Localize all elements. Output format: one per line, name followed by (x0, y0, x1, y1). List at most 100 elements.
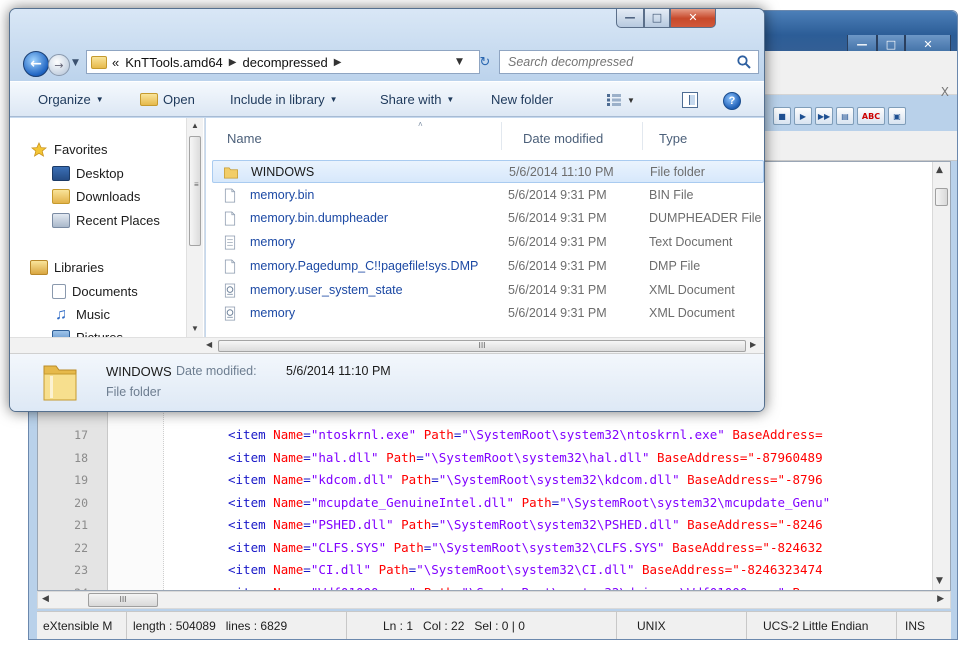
scrollbar-thumb[interactable] (935, 188, 948, 206)
code-token: Name (273, 472, 304, 487)
nav-item-music[interactable]: ♫ Music (52, 303, 110, 325)
open-label: Open (163, 92, 195, 107)
line-number: 23 (74, 563, 88, 577)
open-button[interactable]: Open (140, 92, 195, 107)
file-row[interactable]: memory 5/6/2014 9:31 PM Text Document (212, 231, 764, 254)
code-line[interactable]: 24 <item Name="Wdf01000.sys" Path="\Syste… (38, 582, 950, 591)
scroll-left-arrow-icon[interactable]: ◀ (42, 594, 49, 604)
nav-pane-scrollbar[interactable]: ▲ ≡ ▼ (186, 118, 203, 337)
organize-button[interactable]: Organize ▼ (38, 92, 104, 107)
code-punct: = (431, 517, 439, 532)
scroll-right-arrow-icon[interactable]: ▶ (750, 340, 756, 349)
scrollbar-thumb[interactable] (189, 136, 201, 246)
column-divider[interactable] (501, 122, 502, 150)
column-header-type[interactable]: Type (659, 131, 687, 146)
address-bar[interactable]: « KnTTools.amd64 ▶ decompressed ▶ (86, 50, 480, 74)
file-row[interactable]: memory 5/6/2014 9:31 PM XML Document (212, 302, 764, 325)
code-line[interactable]: 20 <item Name="mcupdate_GenuineIntel.dll"… (38, 492, 950, 514)
new-folder-button[interactable]: New folder (491, 92, 553, 107)
breadcrumb-separator-icon[interactable]: ▶ (229, 57, 237, 68)
record-macro-icon[interactable]: ■ (773, 107, 791, 125)
details-file-type: File folder (106, 385, 161, 399)
code-line[interactable]: 23 <item Name="CI.dll" Path="\SystemRoot\… (38, 559, 950, 581)
code-punct: " (461, 427, 469, 442)
recent-pages-chevron-icon[interactable]: ▼ (72, 58, 79, 68)
search-box[interactable] (499, 50, 759, 74)
explorer-minimize-button[interactable]: — (616, 9, 644, 28)
preview-pane-icon[interactable] (682, 92, 698, 108)
code-line[interactable]: 19 <item Name="kdcom.dll" Path="\SystemRo… (38, 469, 950, 491)
plugin-icon[interactable]: ▣ (888, 107, 906, 125)
code-punct (394, 517, 402, 532)
code-punct (394, 472, 402, 487)
nav-item-desktop[interactable]: Desktop (52, 162, 124, 184)
code-text: <item Name="kdcom.dll" Path="\SystemRoot… (228, 469, 823, 491)
change-view-icon[interactable] (607, 94, 621, 106)
file-list-horizontal-scrollbar[interactable]: ◀ III ▶ (10, 337, 764, 354)
code-text: <item Name="CLFS.SYS" Path="\SystemRoot\… (228, 537, 823, 559)
nav-item-recent-places[interactable]: Recent Places (52, 209, 160, 231)
help-icon[interactable]: ? (723, 92, 741, 110)
star-icon (30, 141, 48, 157)
refresh-icon[interactable]: ↻ (474, 51, 496, 73)
save-macro-icon[interactable]: ▤ (836, 107, 854, 125)
code-line[interactable]: 17 <item Name="ntoskrnl.exe" Path="\Syste… (38, 424, 950, 446)
nav-item-downloads[interactable]: Downloads (52, 185, 140, 207)
nav-item-libraries[interactable]: Libraries (30, 256, 104, 278)
scroll-up-arrow-icon[interactable]: ▲ (191, 121, 199, 130)
chevron-down-icon[interactable]: ▼ (627, 96, 635, 105)
code-token: BaseAddress="-8246323474 (642, 562, 823, 577)
code-line[interactable]: 22 <item Name="CLFS.SYS" Path="\SystemRoo… (38, 537, 950, 559)
file-name: memory.Pagedump_C!!pagefile!sys.DMP (250, 258, 479, 273)
explorer-close-button[interactable]: ✕ (670, 9, 716, 28)
explorer-maximize-button[interactable]: □ (644, 9, 670, 28)
file-row[interactable]: memory.bin 5/6/2014 9:31 PM BIN File (212, 184, 764, 207)
include-in-library-button[interactable]: Include in library ▼ (230, 92, 338, 107)
scrollbar-thumb[interactable]: III (88, 593, 158, 607)
breadcrumb-decompressed[interactable]: decompressed (243, 55, 328, 70)
file-row[interactable]: memory.Pagedump_C!!pagefile!sys.DMP 5/6/2… (212, 255, 764, 278)
editor-doc-close-button[interactable]: X (941, 85, 949, 99)
code-punct: " (506, 494, 515, 510)
folder-icon (43, 365, 77, 401)
share-with-button[interactable]: Share with ▼ (380, 92, 454, 107)
column-divider[interactable] (642, 122, 643, 150)
code-token: <item (228, 472, 266, 487)
line-number: 17 (74, 428, 88, 442)
scroll-down-arrow-icon[interactable]: ▼ (191, 324, 199, 333)
column-header-date-modified[interactable]: Date modified (523, 131, 603, 146)
scroll-down-arrow-icon[interactable]: ▼ (936, 576, 943, 586)
code-token: CLFS.SYS (318, 539, 379, 555)
file-row[interactable]: WINDOWS 5/6/2014 11:10 PM File folder (212, 160, 764, 183)
run-macro-multiple-icon[interactable]: ▶▶ (815, 107, 833, 125)
breadcrumb-overflow[interactable]: « (112, 55, 119, 70)
breadcrumb-kntools[interactable]: KnTTools.amd64 (125, 55, 223, 70)
breadcrumb-separator-icon[interactable]: ▶ (334, 57, 342, 68)
play-macro-icon[interactable]: ▶ (794, 107, 812, 125)
code-punct: " (641, 449, 658, 465)
nav-item-favorites[interactable]: Favorites (30, 138, 107, 160)
editor-horizontal-scrollbar[interactable]: ◀ III ▶ (37, 591, 951, 609)
search-input[interactable] (500, 51, 730, 73)
address-dropdown-icon[interactable]: ▼ (456, 57, 463, 67)
back-arrow-icon[interactable]: ← (23, 51, 49, 77)
code-token: kdcom.dll (318, 472, 387, 487)
column-header-name[interactable]: Name (227, 131, 262, 146)
code-line[interactable]: 21 <item Name="PSHED.dll" Path="\SystemRo… (38, 514, 950, 536)
file-list[interactable]: Name ˄ Date modified Type WINDOWS 5/6/201… (206, 118, 764, 337)
spell-check-icon[interactable]: ABC (857, 107, 885, 125)
file-row[interactable]: memory.user_system_state 5/6/2014 9:31 PM… (212, 279, 764, 302)
scroll-right-arrow-icon[interactable]: ▶ (937, 594, 944, 604)
file-row[interactable]: memory.bin.dumpheader 5/6/2014 9:31 PM DUM… (212, 207, 764, 230)
code-punct: = (416, 449, 424, 465)
scroll-up-arrow-icon[interactable]: ▲ (936, 165, 943, 175)
scrollbar-thumb[interactable]: III (218, 340, 746, 352)
editor-vertical-scrollbar[interactable]: ▲ ▼ (932, 162, 950, 590)
code-line[interactable]: 18 <item Name="hal.dll" Path="\SystemRoot… (38, 447, 950, 469)
status-length: length : 504089 (133, 618, 216, 633)
forward-arrow-icon[interactable]: → (48, 54, 70, 76)
code-token: Path (401, 472, 432, 487)
scroll-left-arrow-icon[interactable]: ◀ (206, 340, 212, 349)
search-icon[interactable] (736, 54, 752, 70)
nav-item-documents[interactable]: Documents (52, 280, 138, 302)
